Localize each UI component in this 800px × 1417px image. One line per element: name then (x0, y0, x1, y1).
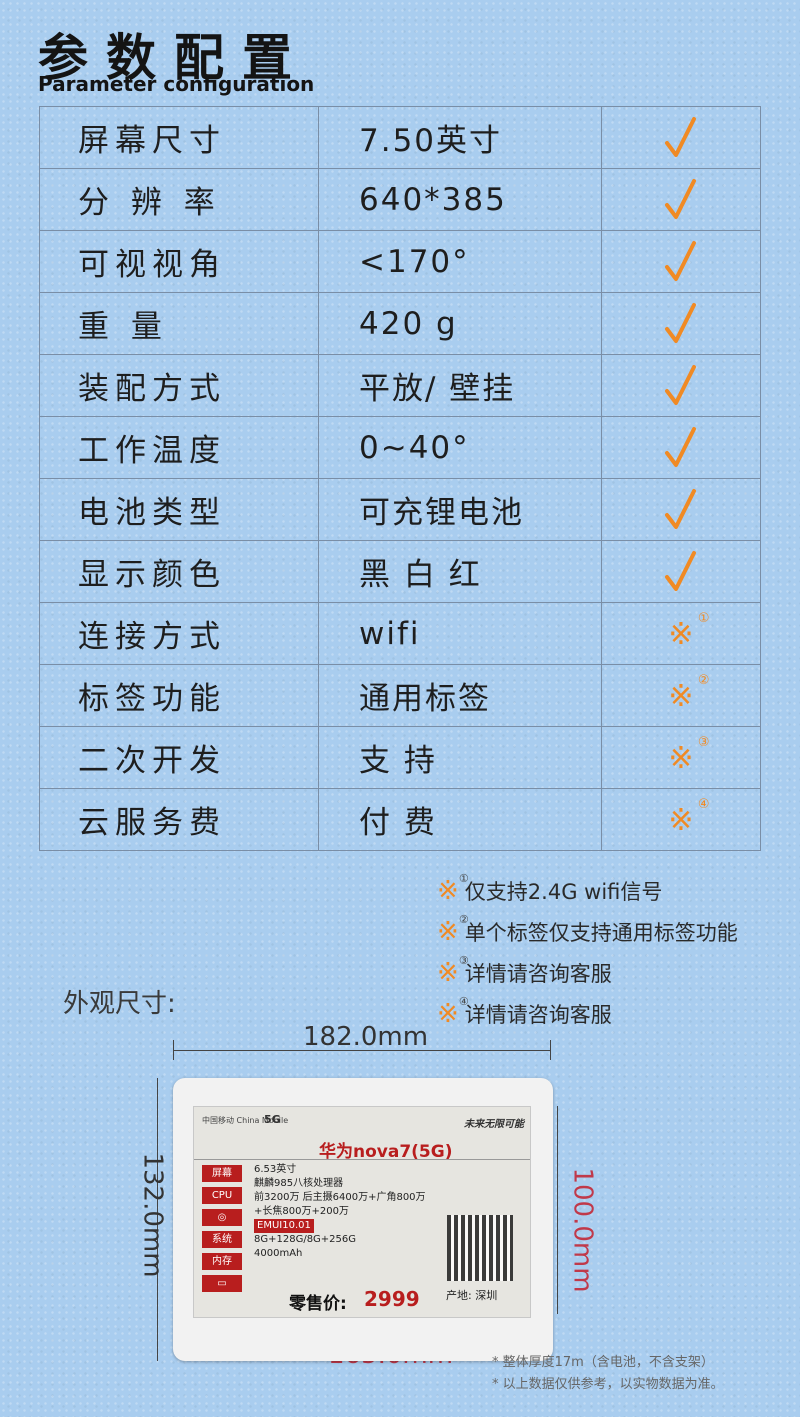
screen-label: 屏幕 (202, 1165, 242, 1182)
note-item: ※ ② 单个标签仅支持通用标签功能 (437, 911, 738, 952)
check-icon (601, 168, 761, 231)
spec-name: 显示颜色 (39, 540, 319, 603)
camera-value: 前3200万 后主摄6400万+广角800万 (254, 1192, 426, 1203)
screen-size-value: 6.53英寸 (254, 1164, 297, 1175)
spec-row: 二次开发支 持 ※ ③ (39, 726, 761, 789)
spec-row: 标签功能 通用标签 ※ ② (39, 664, 761, 727)
spec-name: 云服务费 (39, 788, 319, 851)
cpu-label: CPU (202, 1187, 242, 1204)
spec-row: 云服务费付 费 ※ ④ (39, 788, 761, 851)
spec-value: 7.50英寸 (318, 106, 602, 169)
spec-table: 屏幕尺寸 7.50英寸分 辨 率 640*385 可视视角 <170° 重 量 420 g装… (39, 106, 761, 851)
spec-value: 支 持 (318, 726, 602, 789)
note-text: 详情请咨询客服 (464, 961, 612, 986)
note-text: 仅支持2.4G wifi信号 (464, 879, 663, 904)
spec-row: 屏幕尺寸 7.50英寸 (39, 106, 761, 169)
spec-row: 装配方式 平放/ 壁挂 (39, 354, 761, 417)
price-label: 零售价: (289, 1294, 347, 1314)
note-item: ※ ④ 详情请咨询客服 (437, 993, 738, 1034)
check-icon (601, 416, 761, 479)
price-value: 2999 (364, 1287, 420, 1311)
reference-mark-icon: ※ ④ (437, 994, 469, 1029)
spec-row: 连接方式 wifi ※ ① (39, 602, 761, 665)
system-value: EMUI10.01 (254, 1219, 314, 1233)
footnote: * 以上数据仅供参考，以实物数据为准。 (492, 1377, 724, 1392)
spec-name: 工作温度 (39, 416, 319, 479)
spec-name: 屏幕尺寸 (39, 106, 319, 169)
spec-info: 6.53英寸 麒麟985八核处理器 前3200万 后主摄6400万+广角800万… (254, 1163, 426, 1261)
screen-height-label: 100.0mm (567, 1167, 598, 1293)
reference-mark-icon: ※ ③ (437, 953, 469, 988)
reference-mark-icon: ※ ① (437, 871, 469, 906)
spec-row: 显示颜色黑 白 红 (39, 540, 761, 603)
spec-row: 工作温度 0~40° (39, 416, 761, 479)
spec-name: 二次开发 (39, 726, 319, 789)
device-frame: 中国移动 China Mobile 5G 未来无限可能 华为nova7(5G) … (173, 1078, 553, 1361)
spec-name: 装配方式 (39, 354, 319, 417)
spec-name: 电池类型 (39, 478, 319, 541)
note-item: ※ ③ 详情请咨询客服 (437, 952, 738, 993)
spec-value: wifi (318, 602, 602, 665)
note-text: 单个标签仅支持通用标签功能 (464, 920, 738, 945)
outer-height-label: 132.0mm (137, 1152, 168, 1278)
reference-mark-icon: ※ ② (437, 912, 469, 947)
spec-name: 分 辨 率 (39, 168, 319, 231)
check-icon (601, 106, 761, 169)
screen-label-column: 屏幕 CPU ◎ 系统 内存 ▭ (202, 1165, 242, 1297)
spec-value: 640*385 (318, 168, 602, 231)
check-icon (601, 478, 761, 541)
note-item: ※ ① 仅支持2.4G wifi信号 (437, 870, 738, 911)
reference-mark-icon: ※ ② (601, 664, 761, 727)
page-subtitle: Parameter configuration (38, 72, 315, 96)
camera-icon: ◎ (202, 1209, 242, 1226)
spec-row: 可视视角 <170° (39, 230, 761, 293)
spec-name: 可视视角 (39, 230, 319, 293)
check-icon (601, 354, 761, 417)
origin-label: 产地: 深圳 (446, 1289, 498, 1302)
device-screen: 中国移动 China Mobile 5G 未来无限可能 华为nova7(5G) … (193, 1106, 531, 1318)
spec-value: 0~40° (318, 416, 602, 479)
spec-row: 重 量 420 g (39, 292, 761, 355)
footnote: * 整体厚度17m（含电池，不含支架） (492, 1355, 714, 1370)
divider (194, 1159, 530, 1160)
reference-mark-icon: ※ ③ (601, 726, 761, 789)
spec-row: 电池类型 可充锂电池 (39, 478, 761, 541)
spec-value: 420 g (318, 292, 602, 355)
screen-height-line (557, 1106, 558, 1314)
memory-value: 8G+128G/8G+256G (254, 1234, 357, 1245)
cpu-value: 麒麟985八核处理器 (254, 1178, 344, 1189)
reference-mark-icon: ※ ① (601, 602, 761, 665)
spec-name: 标签功能 (39, 664, 319, 727)
spec-name: 连接方式 (39, 602, 319, 665)
spec-value: <170° (318, 230, 602, 293)
spec-row: 分 辨 率 640*385 (39, 168, 761, 231)
appearance-label: 外观尺寸: (63, 989, 176, 1019)
memory-label: 内存 (202, 1253, 242, 1270)
check-icon (601, 292, 761, 355)
outer-width-label: 182.0mm (303, 1022, 429, 1052)
check-icon (601, 230, 761, 293)
note-text: 详情请咨询客服 (464, 1002, 612, 1027)
notes-list: ※ ① 仅支持2.4G wifi信号 ※ ② 单个标签仅支持通用标签功能 ※ ③ 详情… (437, 870, 738, 1034)
spec-value: 通用标签 (318, 664, 602, 727)
check-icon (601, 540, 761, 603)
qr-code-icon (447, 1215, 513, 1281)
spec-value: 黑 白 红 (318, 540, 602, 603)
dimension-tick (550, 1040, 551, 1060)
spec-value: 可充锂电池 (318, 478, 602, 541)
battery-value: 4000mAh (254, 1248, 303, 1259)
system-label: 系统 (202, 1231, 242, 1248)
slogan: 未来无限可能 (464, 1119, 524, 1130)
dimension-tick (173, 1040, 174, 1060)
network-badge: 5G (264, 1113, 281, 1126)
spec-name: 重 量 (39, 292, 319, 355)
battery-icon: ▭ (202, 1275, 242, 1292)
spec-value: 平放/ 壁挂 (318, 354, 602, 417)
camera-value-2: +长焦800万+200万 (254, 1206, 349, 1217)
reference-mark-icon: ※ ④ (601, 788, 761, 851)
spec-value: 付 费 (318, 788, 602, 851)
